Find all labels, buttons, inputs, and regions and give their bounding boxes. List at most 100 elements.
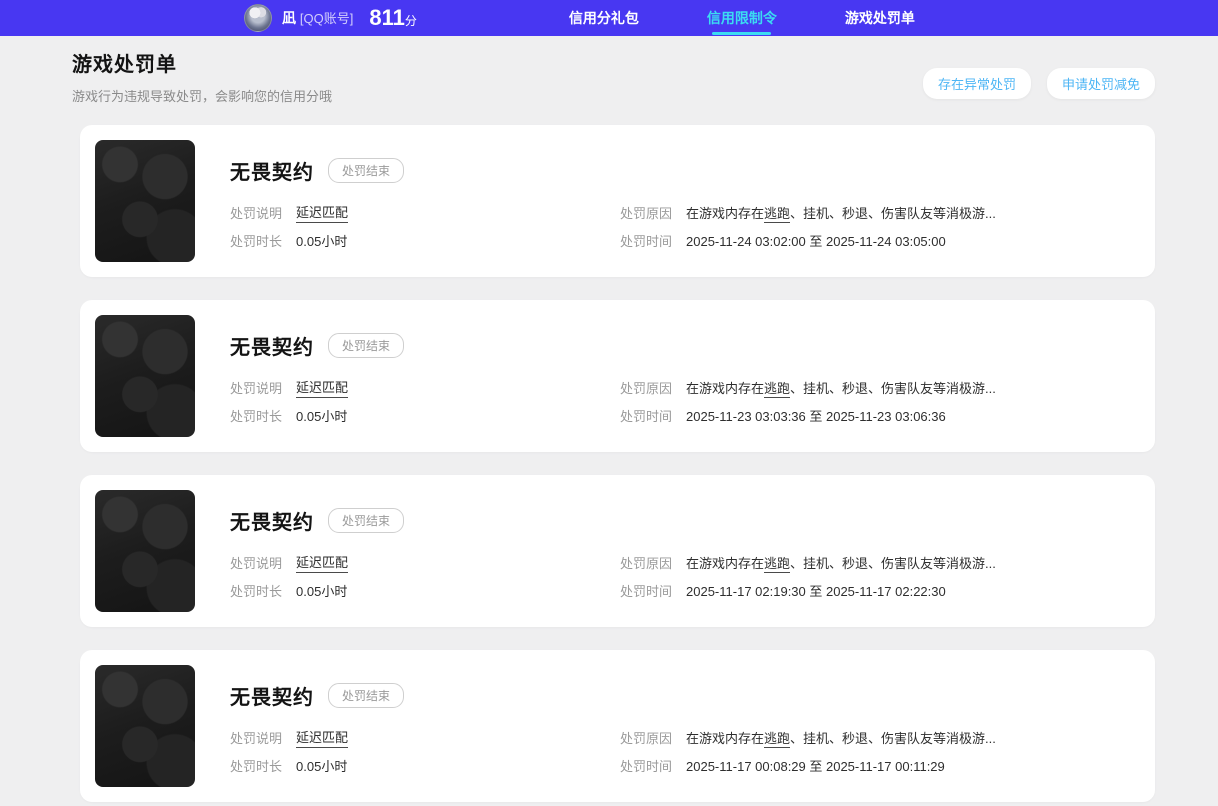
- reason-prefix: 在游戏内存在: [686, 555, 765, 571]
- penalty-card-body: 无畏契约 处罚结束 处罚说明 延迟匹配 处罚原因 在游戏内存在逃跑、挂机、秒退、…: [230, 665, 1140, 787]
- game-thumbnail: [95, 490, 195, 612]
- penalty-reason-value: 在游戏内存在逃跑、挂机、秒退、伤害队友等消极游...: [686, 203, 996, 223]
- credit-score-unit: 分: [404, 14, 417, 28]
- penalty-duration-value: 0.05小时: [296, 233, 348, 249]
- penalty-details: 处罚说明 延迟匹配 处罚原因 在游戏内存在逃跑、挂机、秒退、伤害队友等消极游..…: [230, 723, 1140, 779]
- penalty-explain-field: 处罚说明 延迟匹配: [230, 727, 620, 748]
- abnormal-penalty-button[interactable]: 存在异常处罚: [922, 68, 1031, 99]
- penalty-reason-value: 在游戏内存在逃跑、挂机、秒退、伤害队友等消极游...: [686, 553, 996, 573]
- top-navbar: 凪 [QQ账号] 811分 信用分礼包 信用限制令 游戏处罚单: [0, 0, 1218, 36]
- reason-prefix: 在游戏内存在: [686, 730, 765, 746]
- penalty-details: 处罚说明 延迟匹配 处罚原因 在游戏内存在逃跑、挂机、秒退、伤害队友等消极游..…: [230, 373, 1140, 429]
- tab-credit-gift[interactable]: 信用分礼包: [569, 0, 639, 36]
- reason-prefix: 在游戏内存在: [686, 205, 765, 221]
- penalty-reason-value: 在游戏内存在逃跑、挂机、秒退、伤害队友等消极游...: [686, 728, 996, 748]
- penalty-explain-field: 处罚说明 延迟匹配: [230, 202, 620, 223]
- penalty-time-label: 处罚时间: [620, 408, 673, 424]
- penalty-reason-label: 处罚原因: [620, 205, 673, 221]
- penalty-duration-value: 0.05小时: [296, 758, 348, 774]
- penalty-reason-label: 处罚原因: [620, 380, 673, 396]
- game-title: 无畏契约: [230, 687, 314, 709]
- status-badge: 处罚结束: [328, 683, 405, 708]
- penalty-duration-field: 处罚时长 0.05小时: [230, 581, 620, 600]
- tab-game-penalty[interactable]: 游戏处罚单: [845, 0, 915, 36]
- game-title: 无畏契约: [230, 337, 314, 359]
- penalty-explain-label: 处罚说明: [230, 555, 283, 571]
- penalty-reason-field: 处罚原因 在游戏内存在逃跑、挂机、秒退、伤害队友等消极游...: [620, 203, 1140, 223]
- credit-score: 811分: [369, 5, 417, 31]
- penalty-duration-label: 处罚时长: [230, 408, 283, 424]
- penalty-explain-value: 延迟匹配: [296, 552, 349, 573]
- penalty-explain-label: 处罚说明: [230, 730, 283, 746]
- header-actions: 存在异常处罚 申请处罚减免: [922, 68, 1155, 99]
- penalty-duration-field: 处罚时长 0.05小时: [230, 231, 620, 250]
- penalty-reason-label: 处罚原因: [620, 555, 673, 571]
- penalty-reason-field: 处罚原因 在游戏内存在逃跑、挂机、秒退、伤害队友等消极游...: [620, 553, 1140, 573]
- penalty-duration-label: 处罚时长: [230, 583, 283, 599]
- game-title: 无畏契约: [230, 512, 314, 534]
- penalty-explain-label: 处罚说明: [230, 380, 283, 396]
- penalty-duration-label: 处罚时长: [230, 233, 283, 249]
- penalty-explain-value: 延迟匹配: [296, 727, 349, 748]
- top-nav-tabs: 信用分礼包 信用限制令 游戏处罚单: [569, 0, 915, 36]
- reason-suffix: 、挂机、秒退、伤害队友等消极游...: [790, 730, 996, 746]
- reason-suffix: 、挂机、秒退、伤害队友等消极游...: [790, 380, 996, 396]
- penalty-duration-label: 处罚时长: [230, 758, 283, 774]
- penalty-card-list: 无畏契约 处罚结束 处罚说明 延迟匹配 处罚原因 在游戏内存在逃跑、挂机、秒退、…: [80, 125, 1155, 802]
- tab-credit-restriction[interactable]: 信用限制令: [707, 0, 777, 36]
- credit-score-value: 811: [369, 5, 405, 30]
- reason-term: 逃跑: [764, 555, 791, 573]
- game-title: 无畏契约: [230, 162, 314, 184]
- reason-suffix: 、挂机、秒退、伤害队友等消极游...: [790, 205, 996, 221]
- penalty-card: 无畏契约 处罚结束 处罚说明 延迟匹配 处罚原因 在游戏内存在逃跑、挂机、秒退、…: [80, 475, 1155, 627]
- penalty-time-field: 处罚时间 2025-11-17 02:19:30 至 2025-11-17 02…: [620, 581, 1140, 600]
- reason-term: 逃跑: [764, 380, 791, 398]
- user-block: 凪 [QQ账号] 811分: [244, 4, 417, 32]
- penalty-card-body: 无畏契约 处罚结束 处罚说明 延迟匹配 处罚原因 在游戏内存在逃跑、挂机、秒退、…: [230, 140, 1140, 262]
- penalty-details: 处罚说明 延迟匹配 处罚原因 在游戏内存在逃跑、挂机、秒退、伤害队友等消极游..…: [230, 198, 1140, 254]
- user-avatar: [244, 4, 272, 32]
- user-nickname: 凪: [282, 10, 296, 26]
- game-thumbnail: [95, 140, 195, 262]
- game-thumbnail: [95, 315, 195, 437]
- penalty-reason-field: 处罚原因 在游戏内存在逃跑、挂机、秒退、伤害队友等消极游...: [620, 728, 1140, 748]
- penalty-relief-button[interactable]: 申请处罚减免: [1046, 68, 1155, 99]
- penalty-explain-value: 延迟匹配: [296, 202, 349, 223]
- penalty-explain-field: 处罚说明 延迟匹配: [230, 377, 620, 398]
- reason-suffix: 、挂机、秒退、伤害队友等消极游...: [790, 555, 996, 571]
- penalty-explain-value: 延迟匹配: [296, 377, 349, 398]
- penalty-time-field: 处罚时间 2025-11-24 03:02:00 至 2025-11-24 03…: [620, 231, 1140, 250]
- penalty-reason-value: 在游戏内存在逃跑、挂机、秒退、伤害队友等消极游...: [686, 378, 996, 398]
- penalty-time-label: 处罚时间: [620, 583, 673, 599]
- penalty-time-value: 2025-11-17 00:08:29 至 2025-11-17 00:11:2…: [686, 758, 945, 774]
- page-header: 游戏处罚单 游戏行为违规导致处罚，会影响您的信用分哦 存在异常处罚 申请处罚减免: [0, 36, 1218, 105]
- penalty-explain-label: 处罚说明: [230, 205, 283, 221]
- penalty-time-field: 处罚时间 2025-11-17 00:08:29 至 2025-11-17 00…: [620, 756, 1140, 775]
- penalty-title-row: 无畏契约 处罚结束: [230, 681, 1140, 710]
- penalty-title-row: 无畏契约 处罚结束: [230, 506, 1140, 535]
- penalty-card-body: 无畏契约 处罚结束 处罚说明 延迟匹配 处罚原因 在游戏内存在逃跑、挂机、秒退、…: [230, 490, 1140, 612]
- penalty-time-value: 2025-11-24 03:02:00 至 2025-11-24 03:05:0…: [686, 233, 946, 249]
- penalty-duration-value: 0.05小时: [296, 583, 348, 599]
- penalty-duration-field: 处罚时长 0.05小时: [230, 406, 620, 425]
- status-badge: 处罚结束: [328, 333, 405, 358]
- penalty-duration-field: 处罚时长 0.05小时: [230, 756, 620, 775]
- penalty-time-label: 处罚时间: [620, 233, 673, 249]
- penalty-explain-field: 处罚说明 延迟匹配: [230, 552, 620, 573]
- penalty-card: 无畏契约 处罚结束 处罚说明 延迟匹配 处罚原因 在游戏内存在逃跑、挂机、秒退、…: [80, 300, 1155, 452]
- penalty-card-body: 无畏契约 处罚结束 处罚说明 延迟匹配 处罚原因 在游戏内存在逃跑、挂机、秒退、…: [230, 315, 1140, 437]
- penalty-time-value: 2025-11-23 03:03:36 至 2025-11-23 03:06:3…: [686, 408, 946, 424]
- reason-term: 逃跑: [764, 205, 791, 223]
- user-name: 凪 [QQ账号]: [282, 8, 353, 28]
- penalty-title-row: 无畏契约 处罚结束: [230, 331, 1140, 360]
- status-badge: 处罚结束: [328, 158, 405, 183]
- penalty-reason-label: 处罚原因: [620, 730, 673, 746]
- reason-prefix: 在游戏内存在: [686, 380, 765, 396]
- penalty-card: 无畏契约 处罚结束 处罚说明 延迟匹配 处罚原因 在游戏内存在逃跑、挂机、秒退、…: [80, 650, 1155, 802]
- game-thumbnail: [95, 665, 195, 787]
- account-type-label: [QQ账号]: [299, 11, 354, 26]
- penalty-title-row: 无畏契约 处罚结束: [230, 156, 1140, 185]
- penalty-reason-field: 处罚原因 在游戏内存在逃跑、挂机、秒退、伤害队友等消极游...: [620, 378, 1140, 398]
- penalty-time-field: 处罚时间 2025-11-23 03:03:36 至 2025-11-23 03…: [620, 406, 1140, 425]
- penalty-duration-value: 0.05小时: [296, 408, 348, 424]
